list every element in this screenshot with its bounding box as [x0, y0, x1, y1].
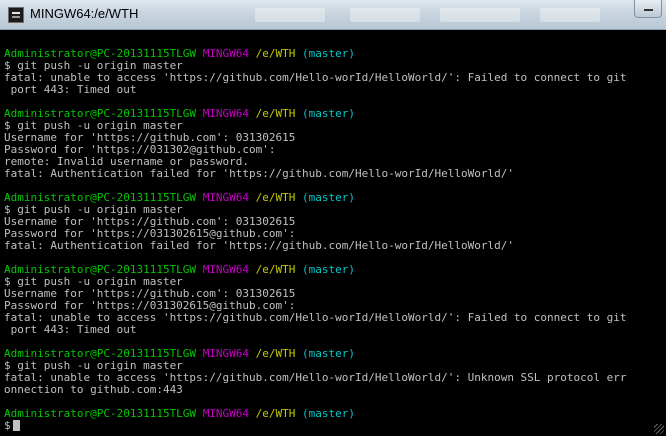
prompt-shell: MINGW64	[202, 191, 250, 204]
prompt-path: /e/WTH	[255, 191, 296, 204]
output-text: onnection to github.com:443	[4, 383, 183, 396]
prompt-shell: MINGW64	[202, 47, 250, 60]
prompt-user: Administrator@PC-20131115TLGW	[4, 407, 197, 420]
prompt-path: /e/WTH	[255, 407, 296, 420]
resize-grip-icon[interactable]	[654, 424, 664, 434]
blurred-taskbar-item	[255, 8, 325, 22]
prompt-branch: (master)	[302, 47, 356, 60]
terminal-app-icon	[8, 7, 24, 23]
blurred-taskbar-item	[440, 8, 520, 22]
output-line: port 443: Timed out	[4, 324, 666, 336]
output-text: fatal: Authentication failed for 'https:…	[4, 167, 514, 180]
prompt-shell: MINGW64	[202, 263, 250, 276]
output-text: port 443: Timed out	[4, 323, 137, 336]
prompt-line: Administrator@PC-20131115TLGW MINGW64 /e…	[4, 408, 666, 420]
output-line: onnection to github.com:443	[4, 384, 666, 396]
prompt-path: /e/WTH	[255, 263, 296, 276]
input-line: $	[4, 420, 666, 432]
terminal-output[interactable]: Administrator@PC-20131115TLGW MINGW64 /e…	[4, 36, 666, 436]
prompt-branch: (master)	[302, 263, 356, 276]
output-line: port 443: Timed out	[4, 84, 666, 96]
prompt-shell: MINGW64	[202, 347, 250, 360]
output-line: fatal: Authentication failed for 'https:…	[4, 168, 666, 180]
prompt-shell: MINGW64	[202, 107, 250, 120]
prompt-branch: (master)	[302, 407, 356, 420]
output-text: port 443: Timed out	[4, 83, 137, 96]
prompt-path: /e/WTH	[255, 47, 296, 60]
minimize-button[interactable]	[634, 0, 662, 18]
text-cursor	[12, 420, 20, 431]
prompt-path: /e/WTH	[255, 347, 296, 360]
terminal-window: MINGW64:/e/WTH Administrator@PC-20131115…	[0, 0, 666, 436]
prompt-symbol: $	[4, 419, 11, 432]
prompt-path: /e/WTH	[255, 107, 296, 120]
blurred-taskbar-item	[350, 8, 420, 22]
title-bar[interactable]: MINGW64:/e/WTH	[0, 0, 666, 30]
prompt-branch: (master)	[302, 107, 356, 120]
window-title: MINGW64:/e/WTH	[30, 6, 139, 21]
prompt-branch: (master)	[302, 191, 356, 204]
prompt-shell: MINGW64	[202, 407, 250, 420]
blurred-taskbar-item	[540, 8, 600, 22]
prompt-branch: (master)	[302, 347, 356, 360]
output-text: fatal: Authentication failed for 'https:…	[4, 239, 514, 252]
output-line: fatal: Authentication failed for 'https:…	[4, 240, 666, 252]
